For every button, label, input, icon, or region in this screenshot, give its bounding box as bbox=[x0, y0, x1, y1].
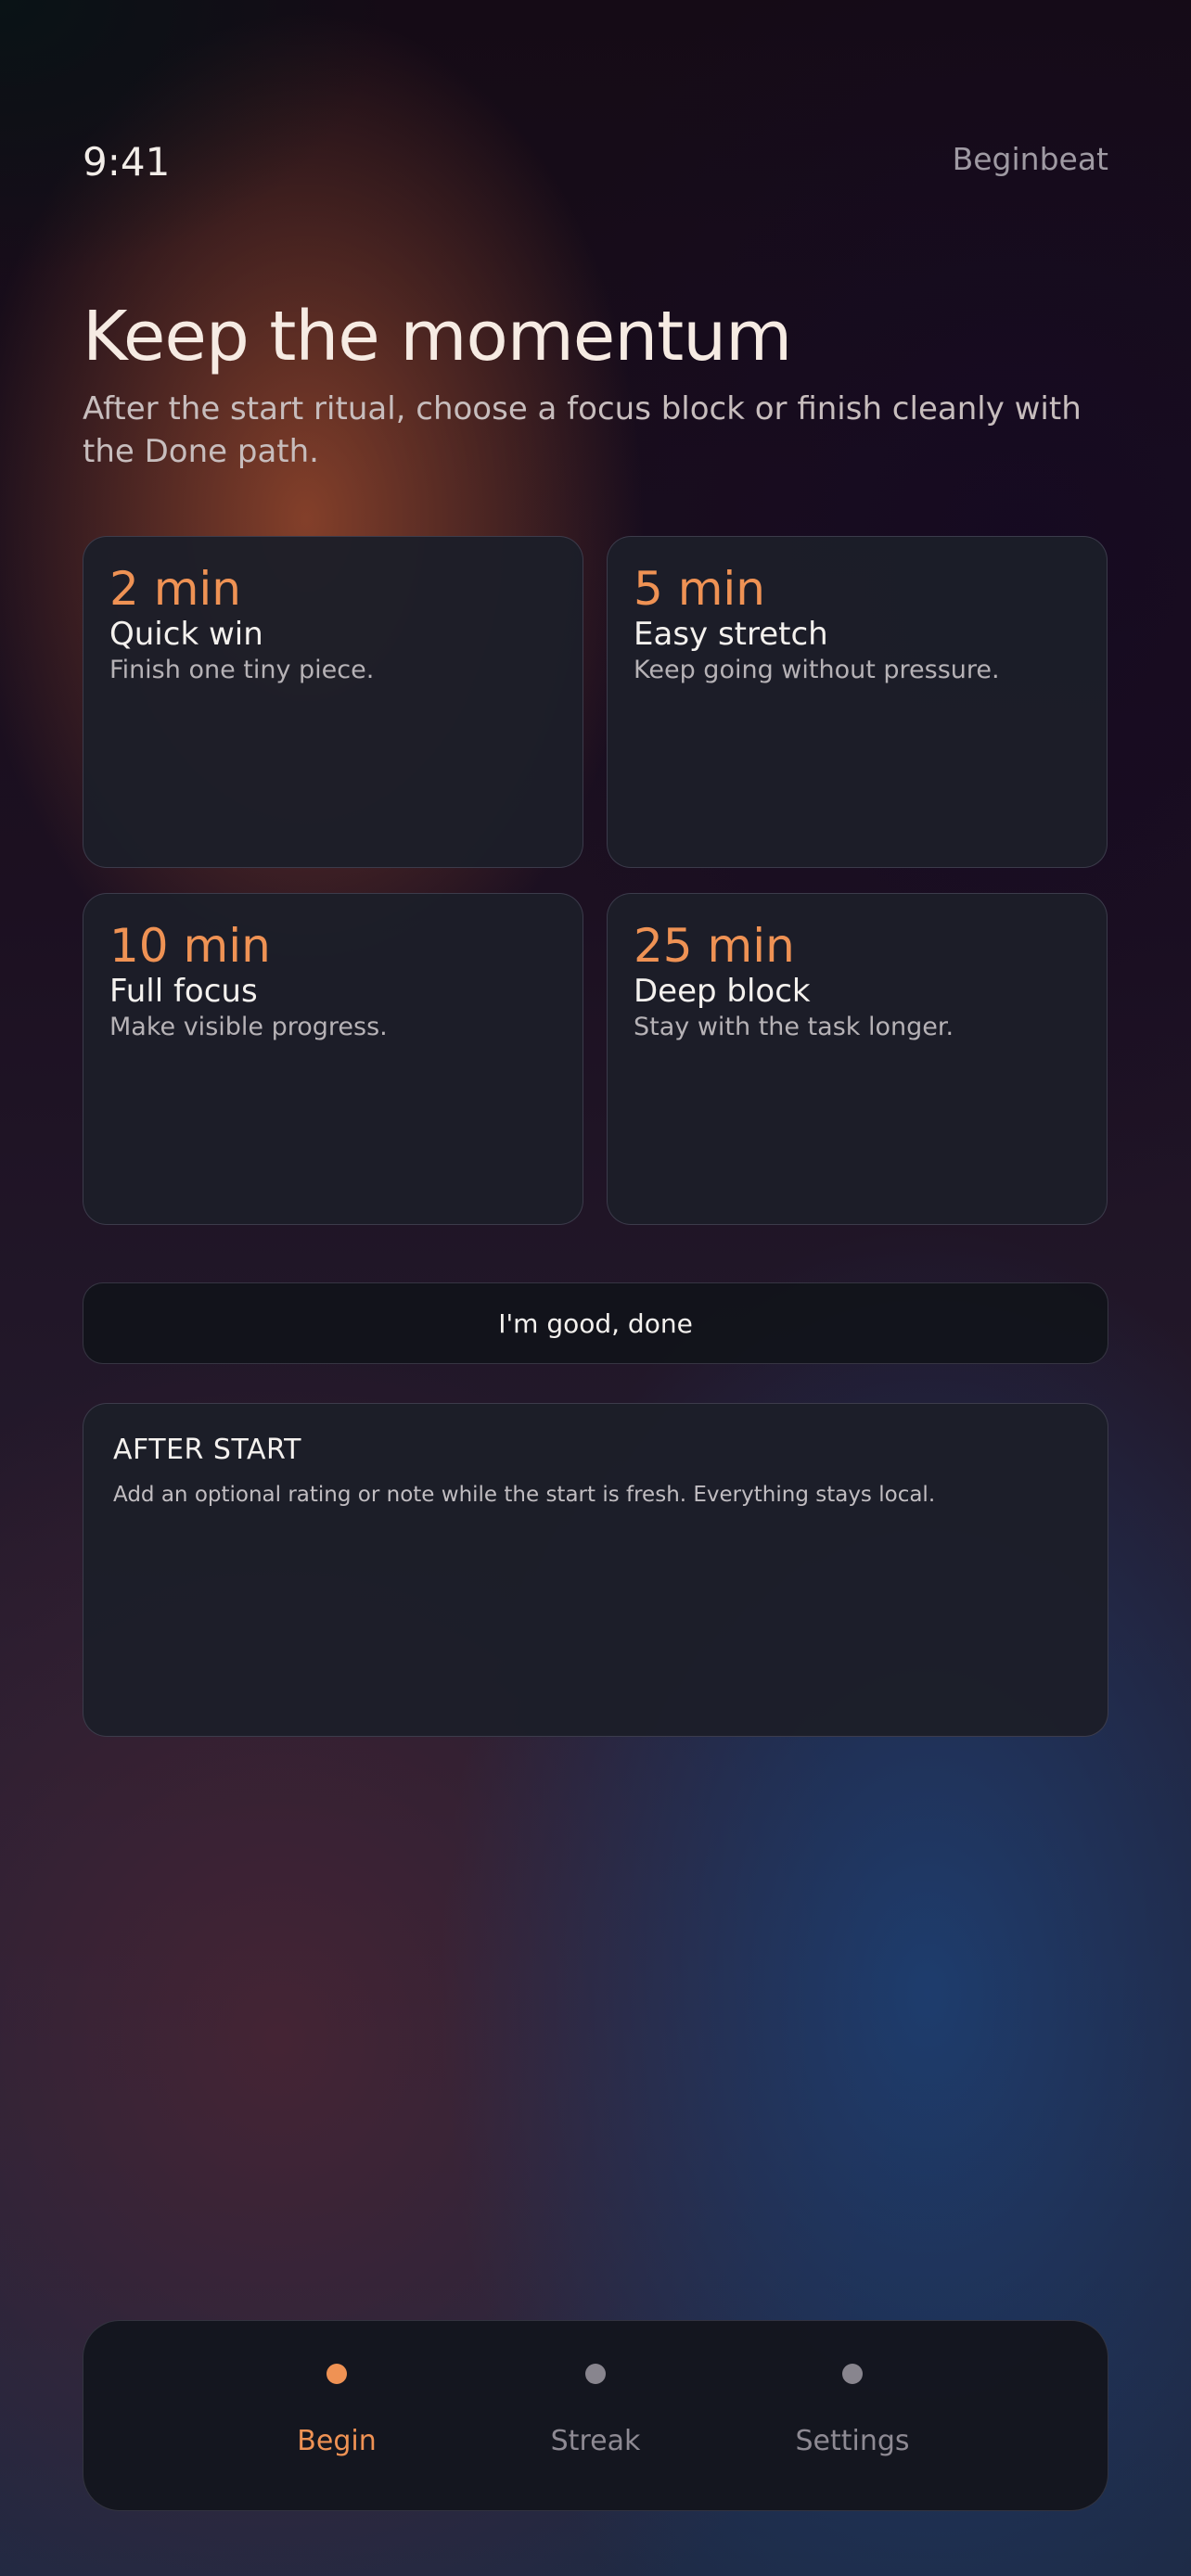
status-time: 9:41 bbox=[83, 139, 171, 185]
tab-label: Begin bbox=[297, 2425, 377, 2457]
focus-duration: 2 min bbox=[109, 562, 241, 616]
tab-label: Streak bbox=[550, 2425, 641, 2457]
after-start-panel[interactable]: AFTER START Add an optional rating or no… bbox=[83, 1403, 1108, 1737]
focus-option-full-focus[interactable]: 10 min Full focus Make visible progress. bbox=[83, 893, 583, 1225]
focus-duration: 5 min bbox=[634, 562, 765, 616]
tab-settings[interactable]: Settings bbox=[713, 2321, 992, 2512]
focus-option-quick-win[interactable]: 2 min Quick win Finish one tiny piece. bbox=[83, 536, 583, 868]
tab-label: Settings bbox=[795, 2425, 910, 2457]
focus-description: Finish one tiny piece. bbox=[109, 656, 375, 684]
focus-duration: 25 min bbox=[634, 919, 795, 973]
focus-option-easy-stretch[interactable]: 5 min Easy stretch Keep going without pr… bbox=[607, 536, 1108, 868]
tab-dot-icon bbox=[842, 2364, 863, 2384]
tab-dot-icon bbox=[585, 2364, 606, 2384]
focus-name: Deep block bbox=[634, 973, 811, 1010]
focus-name: Easy stretch bbox=[634, 616, 828, 653]
focus-name: Quick win bbox=[109, 616, 263, 653]
focus-description: Keep going without pressure. bbox=[634, 656, 1000, 684]
tab-begin[interactable]: Begin bbox=[198, 2321, 476, 2512]
focus-description: Make visible progress. bbox=[109, 1013, 388, 1041]
tab-bar: Begin Streak Settings bbox=[83, 2320, 1108, 2511]
done-button[interactable]: I'm good, done bbox=[83, 1282, 1108, 1364]
tab-dot-icon bbox=[327, 2364, 347, 2384]
after-start-text: Add an optional rating or note while the… bbox=[113, 1483, 936, 1507]
page-title: Keep the momentum bbox=[83, 297, 792, 376]
focus-description: Stay with the task longer. bbox=[634, 1013, 954, 1041]
page-subtitle: After the start ritual, choose a focus b… bbox=[83, 390, 1082, 470]
focus-duration: 10 min bbox=[109, 919, 271, 973]
tab-streak[interactable]: Streak bbox=[456, 2321, 735, 2512]
after-start-heading: AFTER START bbox=[113, 1434, 301, 1466]
app-name: Beginbeat bbox=[952, 141, 1108, 177]
focus-name: Full focus bbox=[109, 973, 258, 1010]
focus-option-deep-block[interactable]: 25 min Deep block Stay with the task lon… bbox=[607, 893, 1108, 1225]
